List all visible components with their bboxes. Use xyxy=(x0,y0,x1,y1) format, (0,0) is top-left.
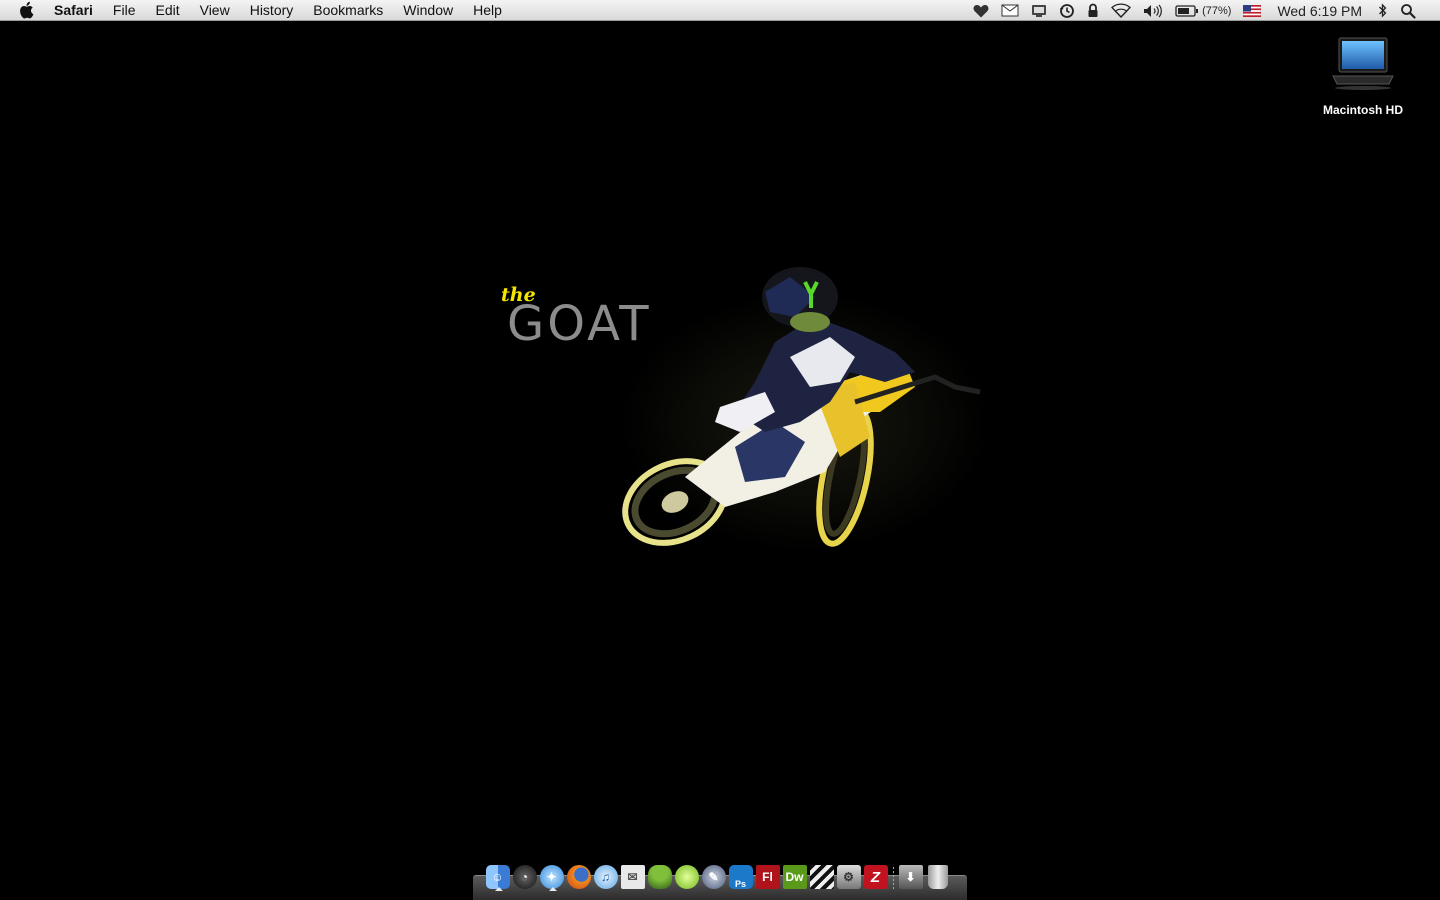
dreamweaver-icon: Dw xyxy=(782,865,807,889)
wallpaper-motocross-rider-image xyxy=(620,267,990,552)
clapperboard-icon xyxy=(809,865,834,889)
finder-icon: ☺ xyxy=(485,865,510,889)
dock-app-final-cut[interactable] xyxy=(809,862,834,892)
heart-icon[interactable] xyxy=(967,0,995,21)
dock-app-dashboard[interactable]: ◔ xyxy=(512,862,537,892)
dock-app-finder[interactable]: ☺ xyxy=(485,862,510,892)
desktop-icon-macintosh-hd[interactable]: Macintosh HD xyxy=(1308,36,1418,117)
bluetooth-icon[interactable] xyxy=(1372,0,1394,21)
dock-trash[interactable] xyxy=(925,862,950,892)
dock-app-script-editor[interactable]: ✎ xyxy=(701,862,726,892)
menu-safari[interactable]: Safari xyxy=(50,0,103,21)
utility-app-icon: ⚙ xyxy=(836,865,861,889)
spotlight-search-icon[interactable] xyxy=(1394,0,1422,21)
photoshop-icon: Ps xyxy=(728,865,753,889)
running-indicator xyxy=(495,887,503,891)
battery-status[interactable]: (77%) xyxy=(1169,0,1237,21)
battery-icon xyxy=(1175,4,1199,17)
dock-app-adium[interactable] xyxy=(647,862,672,892)
menu-bar: Safari File Edit View History Bookmarks … xyxy=(0,0,1440,21)
dashboard-icon: ◔ xyxy=(512,865,537,889)
dock-app-limewire[interactable] xyxy=(674,862,699,892)
us-flag-icon[interactable] xyxy=(1237,0,1267,21)
dock-app-flash[interactable]: Fl xyxy=(755,862,780,892)
script-editor-icon: ✎ xyxy=(701,865,726,889)
dock-app-dreamweaver[interactable]: Dw xyxy=(782,862,807,892)
screen-sharing-icon[interactable] xyxy=(1025,0,1053,21)
dock-app-utility[interactable]: ⚙ xyxy=(836,862,861,892)
menu-view[interactable]: View xyxy=(190,0,240,21)
mail-stamp-icon: ✉ xyxy=(620,865,645,889)
dock-app-photoshop[interactable]: Ps xyxy=(728,862,753,892)
laptop-drive-icon xyxy=(1332,37,1394,90)
trash-icon xyxy=(927,865,948,889)
lock-icon[interactable] xyxy=(1081,0,1105,21)
dock-stack-downloads[interactable]: ⬇ xyxy=(898,862,923,892)
desktop-icon-label: Macintosh HD xyxy=(1322,103,1403,117)
volume-icon[interactable] xyxy=(1137,0,1169,21)
dock-app-firefox[interactable] xyxy=(566,862,591,892)
dock-app-safari[interactable]: ✦ xyxy=(539,862,564,892)
downloads-stack-icon: ⬇ xyxy=(898,865,923,889)
dock-app-mail[interactable]: ✉ xyxy=(620,862,645,892)
mail-icon[interactable] xyxy=(995,0,1025,21)
menu-file[interactable]: File xyxy=(103,0,146,21)
running-indicator xyxy=(549,887,557,891)
menu-history[interactable]: History xyxy=(240,0,304,21)
menu-help[interactable]: Help xyxy=(463,0,512,21)
menu-edit[interactable]: Edit xyxy=(145,0,189,21)
safari-compass-icon: ✦ xyxy=(539,865,564,889)
menubar-clock[interactable]: Wed 6:19 PM xyxy=(1267,0,1372,21)
filezilla-icon: Z xyxy=(863,865,888,889)
dock: ☺ ◔ ✦ ♫ ✉ ✎ Ps Fl Dw ⚙ Z ⬇ xyxy=(473,862,967,900)
adium-duck-icon xyxy=(647,865,672,889)
itunes-icon: ♫ xyxy=(593,865,618,889)
apple-menu-icon[interactable] xyxy=(18,1,36,19)
dock-app-itunes[interactable]: ♫ xyxy=(593,862,618,892)
time-machine-icon[interactable] xyxy=(1053,0,1081,21)
wifi-icon[interactable] xyxy=(1105,0,1137,21)
dock-separator xyxy=(890,862,896,892)
battery-percentage: (77%) xyxy=(1202,4,1232,17)
dock-app-filezilla[interactable]: Z xyxy=(863,862,888,892)
limewire-icon xyxy=(674,865,699,889)
menu-bookmarks[interactable]: Bookmarks xyxy=(303,0,393,21)
menu-window[interactable]: Window xyxy=(393,0,463,21)
firefox-icon xyxy=(566,865,591,889)
flash-icon: Fl xyxy=(755,865,780,889)
